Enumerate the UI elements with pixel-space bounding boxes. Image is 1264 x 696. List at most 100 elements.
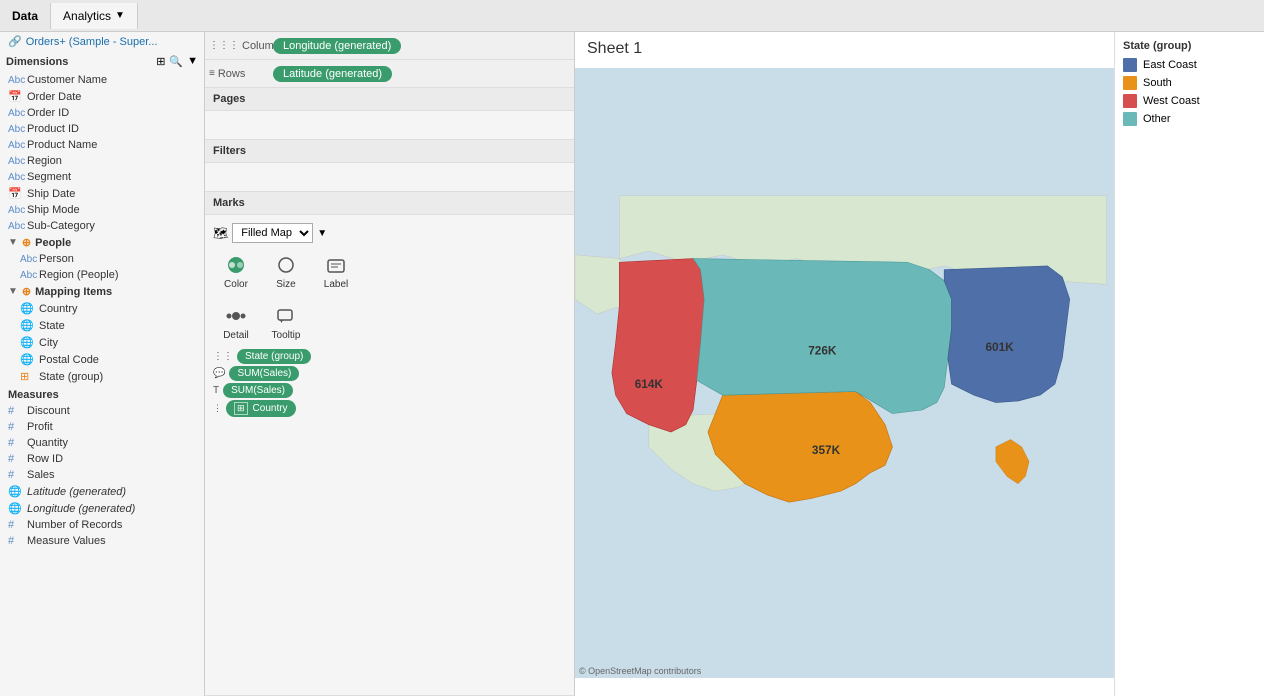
label-614k: 614K: [635, 377, 664, 391]
marks-pill-sum-sales2-pill[interactable]: SUM(Sales): [223, 383, 293, 398]
hash-icon: #: [8, 405, 22, 417]
dim-region[interactable]: Abc Region: [0, 153, 204, 169]
globe-icon2: 🌐: [20, 319, 34, 332]
grid-icon[interactable]: ⊞: [156, 55, 165, 68]
label-601k: 601K: [985, 340, 1014, 354]
analytics-label: Analytics: [63, 9, 111, 23]
legend-south[interactable]: South: [1123, 76, 1256, 90]
columns-icon: ⋮⋮⋮: [209, 40, 239, 51]
search-icon[interactable]: 🔍: [169, 55, 183, 68]
globe-icon6: 🌐: [8, 502, 22, 515]
mapping-group-header[interactable]: ▼ ⊕ Mapping Items: [0, 283, 204, 300]
dim-region-people[interactable]: Abc Region (People): [0, 267, 204, 283]
pages-header: Pages: [205, 88, 574, 111]
globe-icon: 🌐: [20, 302, 34, 315]
data-tab[interactable]: Data: [0, 3, 51, 29]
legend-west-coast[interactable]: West Coast: [1123, 94, 1256, 108]
marks-label-btn[interactable]: Label: [313, 247, 359, 294]
dim-longitude[interactable]: 🌐 Longitude (generated): [0, 500, 204, 517]
abc-icon: Abc: [8, 75, 22, 86]
sheet-container: Sheet 1: [575, 32, 1264, 696]
measures-section: Measures: [0, 385, 204, 403]
dim-product-id[interactable]: Abc Product ID: [0, 121, 204, 137]
marks-pill-country: ⋮ ⊞ Country: [213, 400, 566, 417]
analytics-dropdown-icon[interactable]: ▼: [115, 10, 125, 21]
dim-state[interactable]: 🌐 State: [0, 317, 204, 334]
abc-icon7: Abc: [8, 205, 22, 216]
dim-state-group[interactable]: ⊞ State (group): [0, 368, 204, 385]
marks-pill-sum-sales1-pill[interactable]: SUM(Sales): [229, 366, 299, 381]
dim-person[interactable]: Abc Person: [0, 251, 204, 267]
abc-icon10: Abc: [20, 270, 34, 281]
datasource-row[interactable]: 🔗 Orders+ (Sample - Super...: [0, 32, 204, 51]
dim-order-date[interactable]: 📅 Order Date: [0, 88, 204, 105]
marks-section: Marks 🗺 Filled Map Automatic Bar Line ▼: [205, 192, 574, 696]
marks-detail-btn[interactable]: Detail: [213, 298, 259, 345]
dim-sub-category[interactable]: Abc Sub-Category: [0, 218, 204, 234]
dim-city[interactable]: 🌐 City: [0, 334, 204, 351]
marks-pill-state-group-pill[interactable]: State (group): [237, 349, 311, 364]
columns-shelf: ⋮⋮⋮ Columns Longitude (generated): [205, 32, 574, 60]
dim-discount[interactable]: # Discount: [0, 403, 204, 419]
dim-num-records[interactable]: # Number of Records: [0, 517, 204, 533]
hash-icon3: #: [8, 437, 22, 449]
dim-measure-values[interactable]: # Measure Values: [0, 533, 204, 549]
pages-body: [205, 111, 574, 139]
rows-icon: ≡: [209, 68, 215, 79]
dropdown-icon[interactable]: ▼: [187, 55, 198, 68]
dim-customer-name[interactable]: Abc Customer Name: [0, 72, 204, 88]
people-group-header[interactable]: ▼ ⊕ People: [0, 234, 204, 251]
legend-color-west-coast: [1123, 94, 1137, 108]
legend: State (group) East Coast South West Coas…: [1114, 32, 1264, 696]
calendar-icon: 📅: [8, 90, 22, 103]
marks-pill-sum-sales1: 💬 SUM(Sales): [213, 366, 566, 381]
marks-tooltip-btn[interactable]: Tooltip: [263, 298, 309, 345]
group-icon: ⊞: [20, 370, 34, 383]
abc-icon9: Abc: [20, 254, 34, 265]
marks-type-select[interactable]: Filled Map Automatic Bar Line: [232, 223, 313, 243]
legend-east-coast[interactable]: East Coast: [1123, 58, 1256, 72]
map-container[interactable]: 614K 726K 601K 357K © OpenStreetMap cont…: [575, 68, 1114, 678]
detail-icon: [219, 302, 253, 330]
sidebar: 🔗 Orders+ (Sample - Super... Dimensions …: [0, 32, 205, 696]
marks-pill-country-pill[interactable]: ⊞ Country: [226, 400, 296, 417]
dim-order-id[interactable]: Abc Order ID: [0, 105, 204, 121]
marks-type-dropdown[interactable]: 🗺 Filled Map Automatic Bar Line ▼: [213, 223, 566, 243]
pill-state-group-label: State (group): [245, 351, 303, 362]
shelf-area: ⋮⋮⋮ Columns Longitude (generated) ≡ Rows…: [205, 32, 574, 88]
rows-pill[interactable]: Latitude (generated): [273, 66, 392, 82]
dim-ship-date[interactable]: 📅 Ship Date: [0, 185, 204, 202]
dim-sales[interactable]: # Sales: [0, 467, 204, 483]
dim-ship-mode[interactable]: Abc Ship Mode: [0, 202, 204, 218]
datasource-icon: 🔗: [8, 35, 22, 48]
dim-segment[interactable]: Abc Segment: [0, 169, 204, 185]
dim-country[interactable]: 🌐 Country: [0, 300, 204, 317]
calendar-icon2: 📅: [8, 187, 22, 200]
marks-pill-state-group: ⋮⋮ State (group): [213, 349, 566, 364]
hash-icon5: #: [8, 469, 22, 481]
sheet: Sheet 1: [575, 32, 1114, 696]
marks-size-btn[interactable]: Size: [263, 247, 309, 294]
filters-header: Filters: [205, 140, 574, 163]
label-726k: 726K: [808, 344, 837, 358]
dim-quantity[interactable]: # Quantity: [0, 435, 204, 451]
marks-pill-icon-dots2: ⋮: [213, 403, 222, 414]
columns-label: ⋮⋮⋮ Columns: [209, 40, 269, 52]
sheet-title: Sheet 1: [575, 32, 1114, 62]
dim-postal-code[interactable]: 🌐 Postal Code: [0, 351, 204, 368]
legend-other[interactable]: Other: [1123, 112, 1256, 126]
rows-shelf: ≡ Rows Latitude (generated): [205, 60, 574, 88]
analytics-tab[interactable]: Analytics ▼: [51, 3, 138, 29]
label-icon: [319, 251, 353, 279]
dim-product-name[interactable]: Abc Product Name: [0, 137, 204, 153]
dim-profit[interactable]: # Profit: [0, 419, 204, 435]
pill-country-icon: ⊞: [234, 402, 248, 415]
people-group-icon: ⊕: [22, 236, 31, 249]
columns-pill[interactable]: Longitude (generated): [273, 38, 401, 54]
marks-pill-sum-sales2: T SUM(Sales): [213, 383, 566, 398]
middle-panel: ⋮⋮⋮ Columns Longitude (generated) ≡ Rows…: [205, 32, 575, 696]
dim-latitude[interactable]: 🌐 Latitude (generated): [0, 483, 204, 500]
marks-color-btn[interactable]: Color: [213, 247, 259, 294]
marks-pill-icon-table: T: [213, 385, 219, 396]
dim-row-id[interactable]: # Row ID: [0, 451, 204, 467]
